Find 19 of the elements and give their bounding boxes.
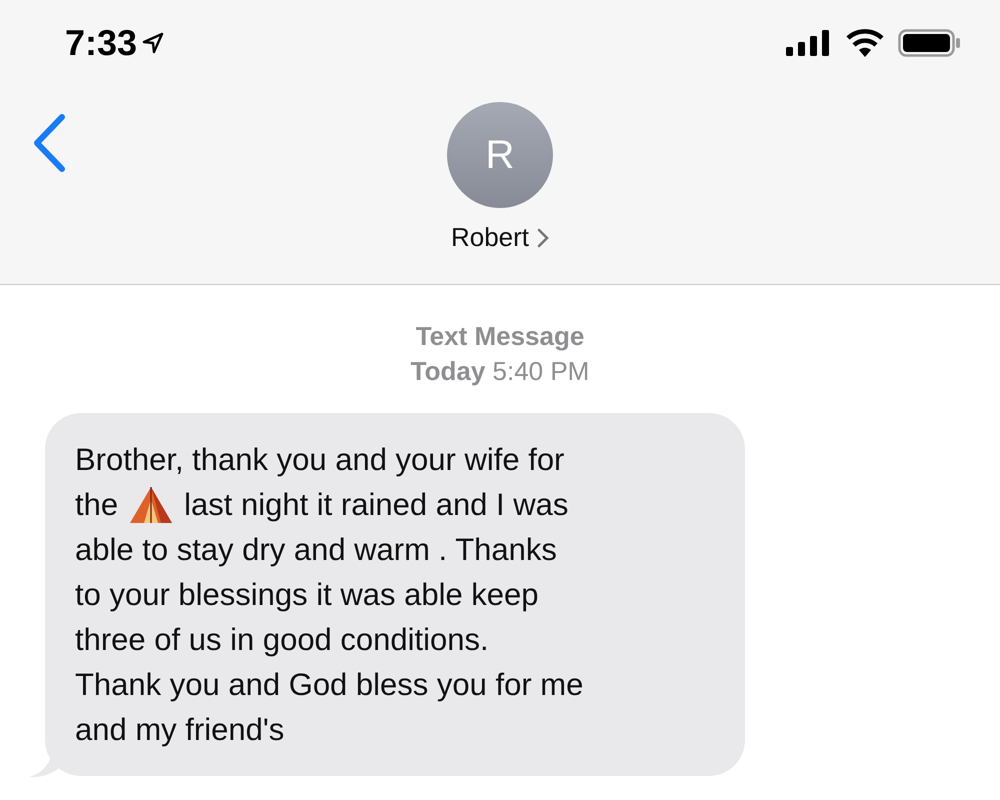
message-timestamp: Today 5:40 PM — [410, 356, 590, 387]
message-text: the — [75, 486, 118, 524]
message-text: and my friend's — [75, 711, 284, 749]
battery-icon — [898, 28, 962, 56]
message-text: able to stay dry and warm . Thanks — [75, 531, 557, 569]
location-arrow-icon — [141, 30, 166, 54]
message-text: three of us in good conditions. — [75, 621, 489, 659]
message-text: Brother, thank you and your wife for — [75, 441, 564, 479]
message-text: last night it rained and I was — [184, 486, 568, 524]
contact-name[interactable]: Robert — [450, 222, 550, 253]
signal-icon — [786, 30, 832, 56]
tent-icon — [128, 484, 174, 524]
service-label: Text Message — [414, 321, 586, 352]
message-text: to your blessings it was able keep — [75, 576, 539, 614]
wifi-icon — [846, 28, 884, 56]
status-time: 7:33 — [65, 22, 138, 64]
chevron-right-icon — [537, 228, 550, 248]
back-button[interactable] — [32, 113, 66, 173]
message-text: Thank you and God bless you for me — [75, 666, 584, 704]
